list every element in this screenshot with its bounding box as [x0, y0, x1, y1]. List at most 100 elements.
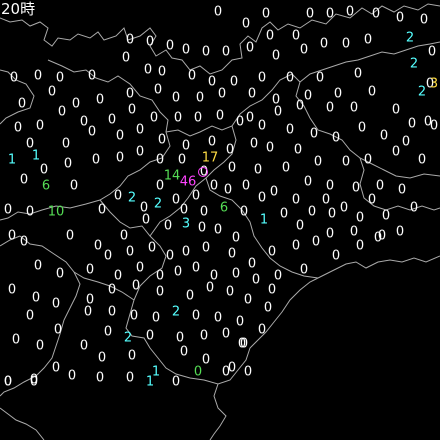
station-value: 0 — [367, 192, 377, 208]
station-value: 0 — [223, 182, 233, 198]
station-value: 0 — [397, 182, 407, 198]
station-value: 0 — [229, 74, 239, 90]
station-value: 0 — [135, 144, 145, 160]
station-value: 0 — [201, 240, 211, 256]
station-value: 10 — [47, 204, 65, 220]
station-value: 2 — [409, 56, 419, 72]
station-value: 0 — [235, 314, 245, 330]
station-value: 0 — [155, 152, 165, 168]
station-value: 0 — [151, 310, 161, 326]
station-value: 0 — [285, 122, 295, 138]
station-value: 0 — [213, 222, 223, 238]
station-value: 0 — [25, 308, 35, 324]
station-value: 0 — [375, 178, 385, 194]
station-value: 0 — [113, 188, 123, 204]
station-value: 0 — [299, 262, 309, 278]
station-value: 0 — [9, 70, 19, 86]
station-value: 0 — [33, 68, 43, 84]
station-value: 0 — [345, 4, 355, 20]
station-value: 0 — [195, 90, 205, 106]
station-value: 0 — [293, 142, 303, 158]
station-value: 0 — [193, 364, 203, 380]
station-value: 0 — [269, 184, 279, 200]
station-value: 0 — [97, 202, 107, 218]
station-value: 0 — [227, 160, 237, 176]
station-value: 0 — [303, 88, 313, 104]
station-value: 0 — [149, 110, 159, 126]
station-value: 0 — [51, 296, 61, 312]
station-value: 0 — [315, 70, 325, 86]
station-value: 0 — [381, 208, 391, 224]
station-value: 0 — [325, 6, 335, 22]
station-value: 0 — [257, 322, 267, 338]
station-value: 0 — [173, 264, 183, 280]
station-value: 0 — [193, 110, 203, 126]
station-value: 0 — [141, 212, 151, 228]
station-value: 0 — [245, 110, 255, 126]
station-value: 0 — [69, 178, 79, 194]
station-value: 0 — [125, 32, 135, 48]
station-value: 0 — [197, 220, 207, 236]
station-value: 1 — [145, 374, 155, 390]
station-value: 0 — [115, 128, 125, 144]
station-value: 0 — [357, 120, 367, 136]
station-value: 0 — [217, 86, 227, 102]
station-value: 0 — [401, 134, 411, 150]
station-value: 0 — [47, 84, 57, 100]
station-value: 0 — [325, 226, 335, 242]
station-value: 0 — [207, 74, 217, 90]
station-value: 0 — [17, 96, 27, 112]
station-value: 14 — [163, 168, 181, 184]
station-value: 0 — [125, 86, 135, 102]
station-value: 0 — [131, 278, 141, 294]
station-value: 0 — [273, 268, 283, 284]
station-value: 0 — [251, 272, 261, 288]
station-value: 0 — [417, 152, 427, 168]
station-value: 0 — [3, 202, 13, 218]
station-value: 0 — [285, 70, 295, 86]
station-value: 0 — [241, 178, 251, 194]
station-value: 0 — [247, 86, 257, 102]
station-value: 0 — [351, 180, 361, 196]
station-value: 0 — [353, 66, 363, 82]
station-value: 0 — [281, 160, 291, 176]
station-value: 0 — [371, 6, 381, 22]
station-value: 0 — [103, 324, 113, 340]
station-value: 0 — [291, 28, 301, 44]
station-value: 0 — [311, 234, 321, 250]
station-value: 0 — [57, 104, 67, 120]
station-value: 0 — [61, 136, 71, 152]
station-value: 0 — [155, 268, 165, 284]
station-value: 0 — [7, 228, 17, 244]
station-value: 0 — [249, 136, 259, 152]
station-value: 0 — [19, 172, 29, 188]
station-value: 0 — [153, 82, 163, 98]
station-value: 0 — [147, 240, 157, 256]
station-value: 0 — [7, 282, 17, 298]
station-value: 0 — [349, 224, 359, 240]
station-value: 0 — [391, 144, 401, 160]
station-value: 0 — [119, 228, 129, 244]
station-value: 0 — [173, 110, 183, 126]
station-value: 0 — [199, 204, 209, 220]
station-value: 0 — [171, 374, 181, 390]
station-value: 0 — [29, 374, 39, 390]
station-value: 0 — [107, 304, 117, 320]
station-value: 0 — [145, 34, 155, 50]
station-value: 0 — [231, 230, 241, 246]
station-value: 0 — [227, 246, 237, 262]
station-value: 2 — [123, 330, 133, 346]
station-value: 0 — [257, 190, 267, 206]
station-value: 0 — [299, 42, 309, 58]
station-value: 0 — [71, 96, 81, 112]
station-value: 0 — [93, 238, 103, 254]
station-value: 0 — [213, 310, 223, 326]
station-value: 0 — [339, 200, 349, 216]
station-value: 0 — [367, 84, 377, 100]
station-value: 0 — [115, 150, 125, 166]
station-value: 0 — [355, 238, 365, 254]
station-value: 3 — [429, 76, 439, 92]
station-value: 0 — [373, 230, 383, 246]
station-value: 0 — [55, 266, 65, 282]
station-value: 0 — [295, 98, 305, 114]
